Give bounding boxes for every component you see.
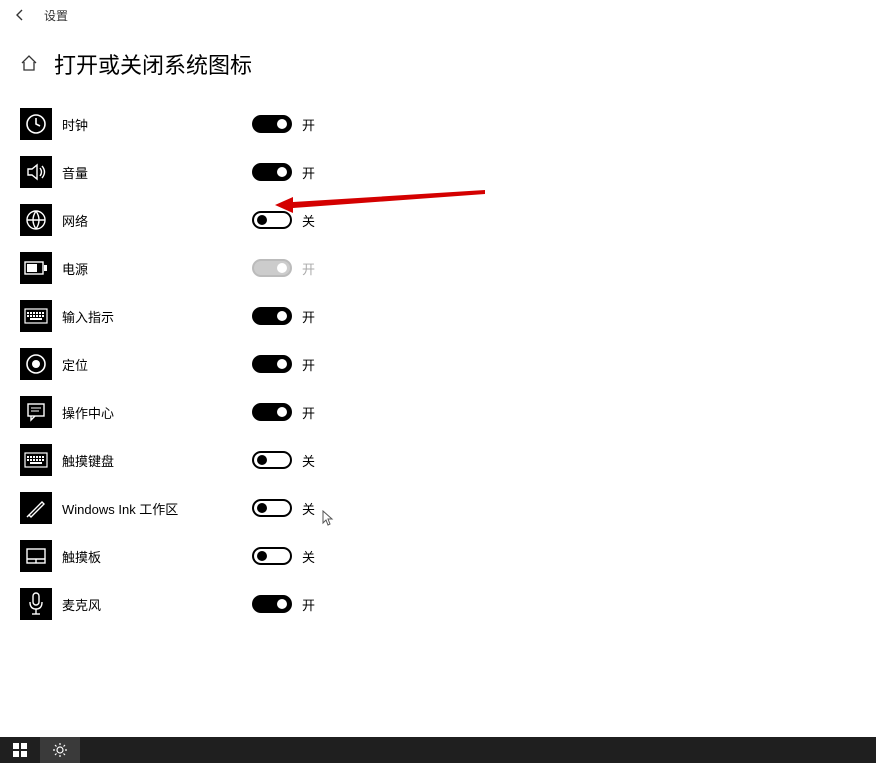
row-location: 定位 开 — [20, 340, 856, 388]
row-clock: 时钟 开 — [20, 100, 856, 148]
settings-taskbar-button[interactable] — [40, 737, 80, 763]
location-toggle[interactable] — [252, 355, 292, 373]
action-center-state: 开 — [302, 403, 315, 422]
input-indicator-icon — [20, 300, 52, 332]
microphone-icon — [20, 588, 52, 620]
page-title: 打开或关闭系统图标 — [54, 48, 252, 80]
row-touch-keyboard: 触摸键盘 关 — [20, 436, 856, 484]
volume-state: 开 — [302, 163, 315, 182]
network-state: 关 — [302, 211, 315, 230]
microphone-toggle[interactable] — [252, 595, 292, 613]
power-toggle — [252, 259, 292, 277]
touchpad-toggle[interactable] — [252, 547, 292, 565]
touch-keyboard-label: 触摸键盘 — [62, 451, 252, 470]
input-indicator-label: 输入指示 — [62, 307, 252, 326]
microphone-state: 开 — [302, 595, 315, 614]
clock-icon — [20, 108, 52, 140]
volume-label: 音量 — [62, 163, 252, 182]
location-icon — [20, 348, 52, 380]
clock-state: 开 — [302, 115, 315, 134]
start-button[interactable] — [0, 737, 40, 763]
windows-ink-state: 关 — [302, 499, 315, 518]
windows-ink-toggle[interactable] — [252, 499, 292, 517]
network-icon — [20, 204, 52, 236]
row-windows-ink: Windows Ink 工作区 关 — [20, 484, 856, 532]
touch-keyboard-state: 关 — [302, 451, 315, 470]
action-center-label: 操作中心 — [62, 403, 252, 422]
back-button[interactable] — [8, 3, 32, 27]
window-titlebar: 设置 — [0, 0, 876, 30]
touchpad-icon — [20, 540, 52, 572]
taskbar — [0, 737, 876, 763]
volume-icon — [20, 156, 52, 188]
clock-label: 时钟 — [62, 115, 252, 134]
power-state: 开 — [302, 259, 315, 278]
windows-ink-icon — [20, 492, 52, 524]
row-network: 网络 关 — [20, 196, 856, 244]
input-indicator-toggle[interactable] — [252, 307, 292, 325]
touch-keyboard-toggle[interactable] — [252, 451, 292, 469]
network-toggle[interactable] — [252, 211, 292, 229]
clock-toggle[interactable] — [252, 115, 292, 133]
power-icon — [20, 252, 52, 284]
home-icon[interactable] — [20, 54, 40, 74]
location-label: 定位 — [62, 355, 252, 374]
row-microphone: 麦克风 开 — [20, 580, 856, 628]
app-title: 设置 — [44, 7, 68, 24]
page-header: 打开或关闭系统图标 — [0, 30, 876, 100]
touchpad-state: 关 — [302, 547, 315, 566]
touchpad-label: 触摸板 — [62, 547, 252, 566]
row-volume: 音量 开 — [20, 148, 856, 196]
network-label: 网络 — [62, 211, 252, 230]
action-center-icon — [20, 396, 52, 428]
row-action-center: 操作中心 开 — [20, 388, 856, 436]
settings-list: 时钟 开 音量 开 网络 关 电源 开 — [0, 100, 876, 628]
row-power: 电源 开 — [20, 244, 856, 292]
action-center-toggle[interactable] — [252, 403, 292, 421]
row-input-indicator: 输入指示 开 — [20, 292, 856, 340]
location-state: 开 — [302, 355, 315, 374]
microphone-label: 麦克风 — [62, 595, 252, 614]
windows-ink-label: Windows Ink 工作区 — [62, 499, 252, 518]
power-label: 电源 — [62, 259, 252, 278]
input-indicator-state: 开 — [302, 307, 315, 326]
row-touchpad: 触摸板 关 — [20, 532, 856, 580]
volume-toggle[interactable] — [252, 163, 292, 181]
touch-keyboard-icon — [20, 444, 52, 476]
